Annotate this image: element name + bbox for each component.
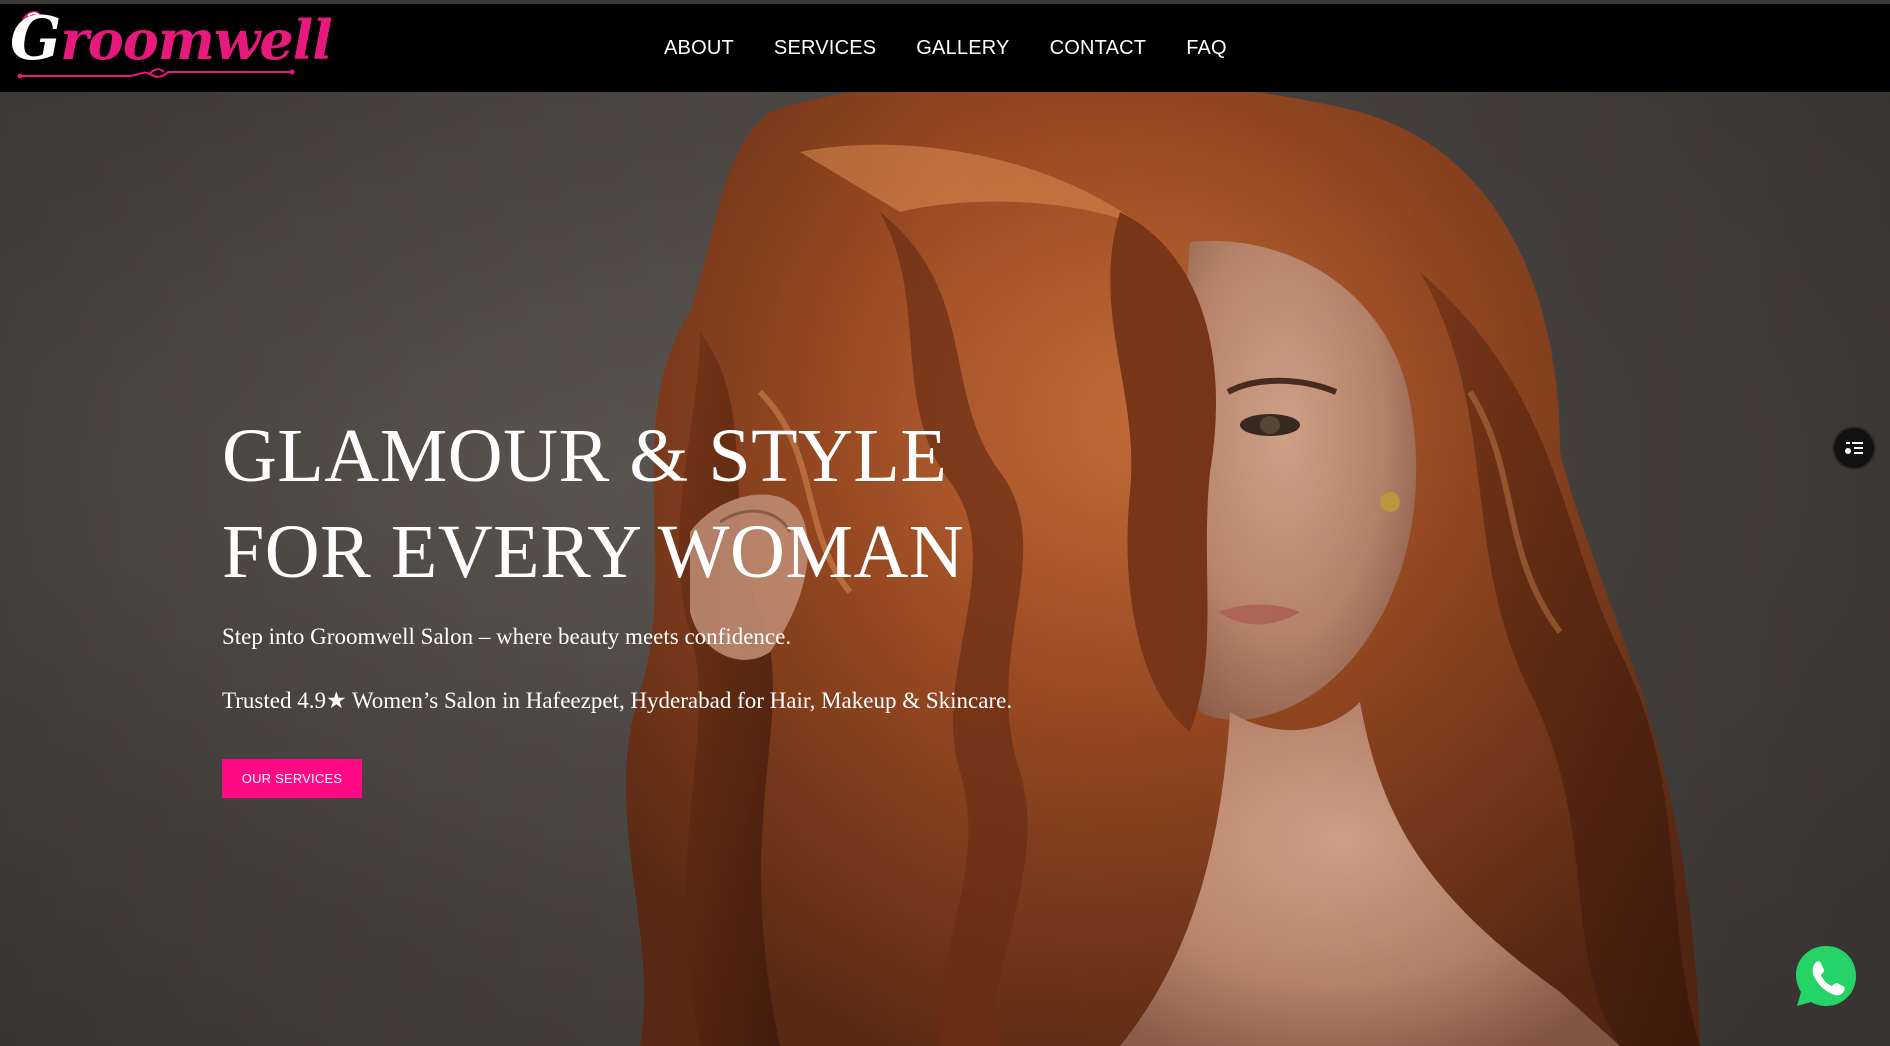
page: Groomwell ABOUT SERVICES GALLERY CONTACT… — [0, 0, 1890, 1046]
our-services-button[interactable]: OUR SERVICES — [222, 759, 362, 798]
floating-menu-button[interactable] — [1832, 426, 1876, 470]
nav-services[interactable]: SERVICES — [774, 37, 876, 60]
hero-tagline: Step into Groomwell Salon – where beauty… — [222, 624, 792, 649]
main-nav: ABOUT SERVICES GALLERY CONTACT FAQ — [664, 4, 1267, 92]
brand-wordmark: Groomwell — [10, 4, 333, 74]
hero-headline-line-2: FOR EVERY WOMAN — [222, 510, 965, 594]
whatsapp-icon — [1796, 946, 1856, 1006]
nav-about[interactable]: ABOUT — [664, 37, 734, 60]
hero-headline: GLAMOUR & STYLE FOR EVERY WOMAN — [222, 408, 964, 600]
hero-section: GLAMOUR & STYLE FOR EVERY WOMAN Step int… — [0, 92, 1890, 1046]
hero-headline-line-1: GLAMOUR & STYLE — [222, 414, 948, 498]
whatsapp-button[interactable] — [1790, 940, 1862, 1012]
site-header: Groomwell ABOUT SERVICES GALLERY CONTACT… — [0, 4, 1890, 92]
list-menu-icon — [1845, 442, 1863, 454]
hero-rating-line: Trusted 4.9★ Women’s Salon in Hafeezpet,… — [222, 688, 1013, 713]
brand-logo[interactable]: Groomwell — [8, 6, 333, 86]
nav-faq[interactable]: FAQ — [1186, 37, 1227, 60]
nav-contact[interactable]: CONTACT — [1050, 37, 1147, 60]
nav-gallery[interactable]: GALLERY — [916, 37, 1009, 60]
